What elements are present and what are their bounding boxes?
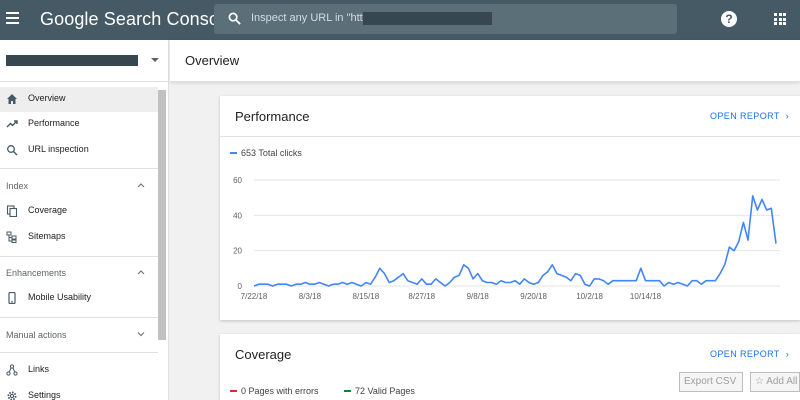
card-title: Performance: [235, 109, 310, 124]
legend-errors[interactable]: 0 Pages with errors: [230, 386, 319, 396]
x-tick-label: 8/27/18: [408, 292, 435, 301]
property-name-redacted: [6, 55, 138, 66]
gear-icon: [7, 391, 17, 400]
x-tick-label: 9/8/18: [467, 292, 490, 301]
x-tick-label: 10/2/18: [576, 292, 603, 301]
sidebar-item-links[interactable]: Links: [0, 358, 158, 383]
x-tick-label: 8/3/18: [299, 292, 322, 301]
sitemap-icon: [6, 231, 17, 243]
open-report-label[interactable]: OPEN REPORT: [710, 111, 780, 121]
section-enhancements[interactable]: Enhancements: [0, 262, 158, 284]
chevron-right-icon: ›: [785, 111, 790, 121]
top-app-bar: Google Search Console Inspect any URL in…: [0, 0, 800, 40]
star-icon: ☆: [755, 376, 767, 387]
clicks-chart: 0 20 40 60 7/22/18 8/3/18 8/15/18 8/27/18 9/8/18…: [233, 176, 780, 301]
section-label: Index: [6, 181, 29, 191]
apps-grid-icon[interactable]: [774, 13, 786, 25]
x-tick-label: 8/15/18: [353, 292, 380, 301]
y-tick-label: 60: [233, 176, 242, 185]
sidebar-item-label: Performance: [28, 118, 80, 128]
search-placeholder[interactable]: Inspect any URL in "https:/: [251, 12, 380, 24]
sidebar-item-label: Settings: [28, 390, 61, 400]
section-manual-actions[interactable]: Manual actions: [0, 324, 158, 346]
section-label: Enhancements: [6, 268, 67, 278]
url-inspect-search[interactable]: Inspect any URL in "https:/: [214, 4, 677, 34]
legend-label: 72 Valid Pages: [355, 386, 415, 396]
section-index[interactable]: Index: [0, 175, 158, 197]
open-report-link[interactable]: OPEN REPORT ›: [710, 349, 789, 359]
search-icon: [228, 12, 241, 25]
page-header: Overview: [170, 40, 800, 82]
sidebar-item-settings[interactable]: Settings: [0, 384, 158, 400]
legend-valid[interactable]: 72 Valid Pages: [344, 386, 415, 396]
card-title: Coverage: [235, 347, 292, 362]
open-report-label[interactable]: OPEN REPORT: [710, 349, 780, 359]
sidebar-item-label: Coverage: [28, 205, 68, 215]
x-tick-label: 9/20/18: [520, 292, 547, 301]
divider: [0, 352, 158, 353]
export-csv-button[interactable]: Export CSV: [679, 372, 743, 392]
search-icon: [7, 145, 18, 156]
clicks-series-line[interactable]: [253, 195, 777, 287]
property-selector[interactable]: [0, 40, 168, 82]
add-all-label: Add All: [766, 376, 798, 387]
sidebar-item-label: Overview: [28, 93, 66, 103]
sidebar-item-label: Mobile Usability: [28, 292, 92, 302]
x-tick-label: 7/22/18: [241, 292, 268, 301]
sidebar-item-performance[interactable]: Performance: [0, 112, 158, 137]
chevron-right-icon: ›: [785, 349, 790, 359]
page-title: Overview: [185, 53, 240, 68]
redaction-block: [363, 12, 492, 25]
sidebar-item-mobile-usability[interactable]: Mobile Usability: [0, 286, 158, 311]
links-icon: [6, 364, 18, 376]
help-icon[interactable]: ?: [721, 11, 737, 27]
chevron-up-icon: [137, 183, 145, 188]
divider: [0, 168, 158, 169]
add-all-button[interactable]: ☆ Add All: [750, 372, 800, 392]
section-label: Manual actions: [6, 330, 67, 340]
sidebar-item-overview[interactable]: Overview: [0, 87, 158, 112]
legend-label: 653 Total clicks: [241, 148, 302, 158]
menu-icon[interactable]: [6, 9, 22, 29]
divider: [0, 317, 158, 318]
performance-card: Performance OPEN REPORT › 653 Total click…: [220, 96, 800, 320]
chart-legend[interactable]: 653 Total clicks: [230, 148, 302, 158]
sidebar-item-coverage[interactable]: Coverage: [0, 199, 158, 224]
sidebar-item-label: Sitemaps: [28, 231, 66, 241]
sidebar-item-label: URL inspection: [28, 144, 89, 154]
legend-swatch: [230, 151, 237, 154]
divider: [0, 256, 158, 257]
chevron-up-icon: [137, 270, 145, 275]
y-tick-label: 20: [233, 247, 242, 256]
x-tick-label: 10/14/18: [630, 292, 662, 301]
sidebar-item-sitemaps[interactable]: Sitemaps: [0, 225, 158, 250]
sidebar-scrollbar[interactable]: [158, 90, 166, 340]
legend-swatch: [230, 389, 237, 392]
divider: [220, 136, 800, 137]
chevron-down-icon: [137, 332, 145, 337]
legend-label: 0 Pages with errors: [241, 386, 319, 396]
y-tick-label: 0: [238, 282, 243, 291]
sidebar: Overview Performance URL inspection Inde…: [0, 40, 169, 400]
dropdown-caret-icon: [151, 58, 159, 62]
sidebar-item-url-inspection[interactable]: URL inspection: [0, 138, 158, 163]
app-title[interactable]: Google Search Console: [40, 9, 233, 30]
trending-icon: [6, 120, 18, 128]
home-icon: [7, 94, 17, 104]
open-report-link[interactable]: OPEN REPORT ›: [710, 111, 789, 121]
y-tick-label: 40: [233, 211, 242, 220]
sidebar-item-label: Links: [28, 364, 50, 374]
copy-icon: [6, 205, 18, 217]
legend-swatch: [344, 389, 351, 392]
phone-icon: [8, 292, 16, 304]
